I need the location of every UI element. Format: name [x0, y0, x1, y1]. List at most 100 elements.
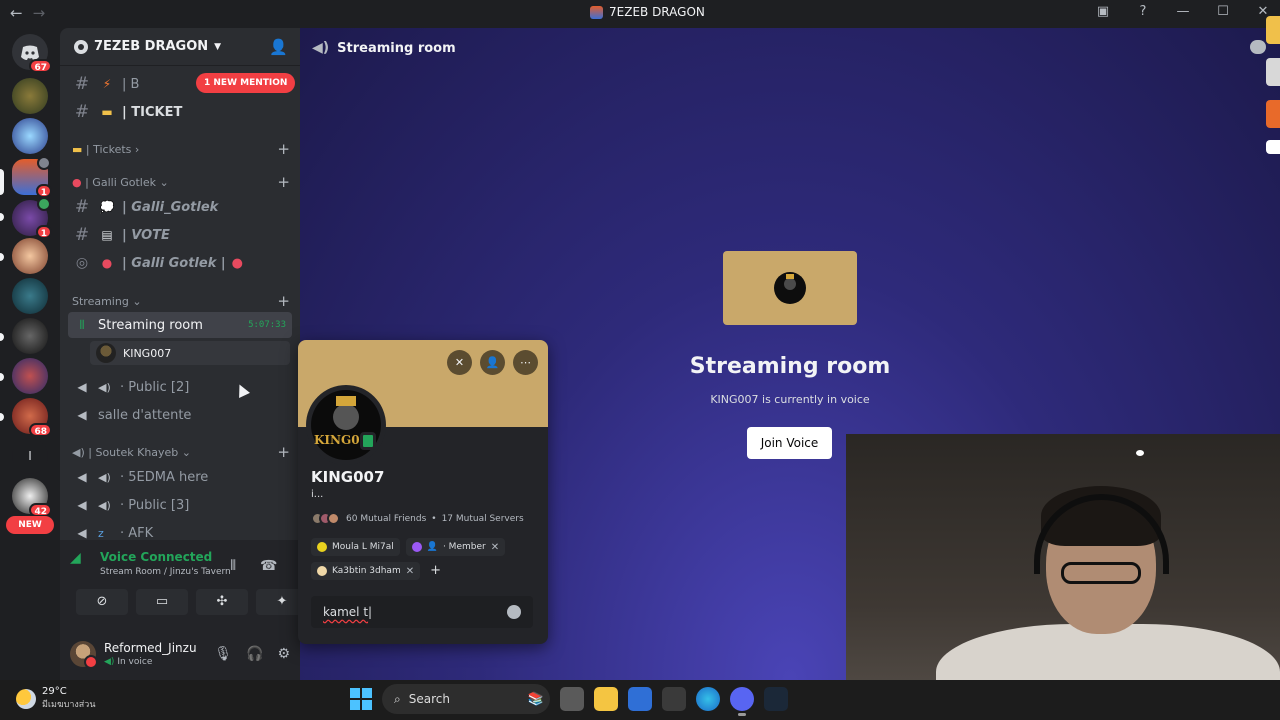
category-streaming[interactable]: Streaming ⌄ +: [72, 292, 290, 310]
headphones-icon[interactable]: 🎧: [246, 646, 263, 662]
server-icon-5[interactable]: [12, 238, 48, 274]
profile-avatar[interactable]: KING0: [306, 385, 386, 465]
new-mention-badge[interactable]: 1 NEW MENTION: [196, 73, 296, 93]
edge-browser-icon[interactable]: [696, 687, 720, 711]
create-channel-icon[interactable]: +: [277, 173, 290, 191]
channel-galli-gotlek[interactable]: # 💭 | Galli_Gotlek: [68, 194, 292, 220]
gear-icon[interactable]: ⚙: [277, 646, 290, 662]
activities-button[interactable]: ✣: [196, 589, 248, 615]
back-arrow-icon[interactable]: ←: [10, 4, 23, 22]
server-icon-1[interactable]: [12, 78, 48, 114]
disconnect-user-icon[interactable]: ✕: [447, 350, 472, 375]
home-button[interactable]: 67: [12, 34, 52, 73]
category-tickets[interactable]: ▬ | Tickets › +: [72, 140, 290, 158]
voice-user-king007[interactable]: KING007: [90, 341, 290, 365]
role-name: Ka3btin 3dham: [332, 566, 401, 576]
edge-widget-1[interactable]: [1266, 16, 1280, 44]
disconnect-icon[interactable]: ☎: [260, 558, 277, 574]
sound-icon: ◀): [98, 380, 111, 394]
server-icon-4[interactable]: 1: [12, 197, 52, 239]
app-icon[interactable]: [662, 687, 686, 711]
help-icon[interactable]: ?: [1134, 4, 1152, 19]
user-info[interactable]: Reformed_Jinzu ◀) In voice: [104, 641, 197, 667]
guild-name-text: 7EZEB DRAGON: [94, 39, 209, 54]
file-explorer-icon[interactable]: [594, 687, 618, 711]
task-view-icon[interactable]: [560, 687, 584, 711]
search-icon: ⌕: [394, 691, 401, 706]
emoji-icon[interactable]: [507, 605, 521, 619]
role-pill[interactable]: Ka3btin 3dham ✕: [311, 562, 421, 580]
participant-tile[interactable]: [723, 251, 857, 325]
signal-icon[interactable]: ◢: [70, 550, 92, 572]
maximize-button[interactable]: ☐: [1214, 4, 1232, 19]
category-galli[interactable]: ● | Galli Gotlek ⌄ +: [72, 173, 290, 191]
channel-galli-stage[interactable]: ◎ ● | Galli Gotlek | ●: [68, 250, 292, 276]
channel-ticket[interactable]: # ▬ | TICKET: [68, 99, 292, 125]
channel-public-2[interactable]: ◀ ◀) · Public [2]: [68, 374, 292, 400]
noise-suppression-icon[interactable]: ⦀: [230, 558, 236, 574]
ticket-icon: ▬: [101, 105, 113, 119]
remove-role-icon[interactable]: ✕: [406, 566, 414, 577]
forward-arrow-icon[interactable]: →: [33, 4, 46, 22]
voice-location[interactable]: Stream Room / Jinzu's Tavern: [100, 567, 231, 577]
edge-widget-4[interactable]: [1266, 140, 1280, 154]
server-icon-current[interactable]: 1: [12, 156, 52, 198]
server-icon-8[interactable]: [12, 358, 48, 394]
edge-widget-3[interactable]: [1266, 100, 1280, 128]
message-input[interactable]: kamel t |: [311, 596, 533, 628]
guild-header[interactable]: 7EZEB DRAGON ▼ 👤: [60, 28, 300, 66]
chevron-down-icon: ⌄: [181, 445, 192, 459]
channel-salle-attente[interactable]: ◀ salle d'attente: [68, 402, 292, 428]
speaker-icon: ◀): [72, 445, 85, 459]
server-icon-10[interactable]: I: [12, 438, 48, 474]
role-person-icon: 👤: [426, 542, 438, 552]
weather-widget[interactable]: 29°C มีเมฆบางส่วน: [16, 686, 95, 711]
screen-share-button[interactable]: ▭: [136, 589, 188, 615]
minimize-button[interactable]: —: [1174, 4, 1192, 19]
store-icon[interactable]: [628, 687, 652, 711]
taskbar-search[interactable]: ⌕ Search 📚: [382, 684, 550, 714]
create-channel-icon[interactable]: +: [277, 443, 290, 461]
camera-off-button[interactable]: ⊘: [76, 589, 128, 615]
edge-widget-2[interactable]: [1266, 58, 1280, 86]
inbox-icon[interactable]: ▣: [1094, 4, 1112, 19]
create-channel-icon[interactable]: +: [277, 292, 290, 310]
role-pill[interactable]: Moula L Mi7al: [311, 538, 400, 556]
speaker-icon: ◀: [77, 498, 87, 512]
role-pill[interactable]: 👤 · Member ✕: [405, 538, 506, 556]
channel-public-3[interactable]: ◀ ◀) · Public [3]: [68, 492, 292, 518]
remove-role-icon[interactable]: ✕: [491, 542, 499, 553]
category-label: ◀) | Soutek Khayeb ⌄: [72, 446, 191, 459]
microphone-icon[interactable]: 🎙: [214, 646, 232, 662]
channel-5edma[interactable]: ◀ ◀) · 5EDMA here: [68, 464, 292, 490]
server-icon-9[interactable]: 68: [12, 398, 52, 437]
mutual-friends[interactable]: 60 Mutual Friends: [346, 514, 426, 524]
voice-timer: 5:07:33: [248, 320, 286, 330]
windows-start-icon[interactable]: [350, 688, 372, 710]
more-options-icon[interactable]: ⋯: [513, 350, 538, 375]
server-icon-7[interactable]: [12, 318, 48, 354]
create-channel-icon[interactable]: +: [277, 140, 290, 158]
steam-icon[interactable]: [764, 687, 788, 711]
discord-icon[interactable]: [730, 687, 754, 716]
invite-people-icon[interactable]: 👤: [269, 38, 288, 56]
mutual-servers[interactable]: 17 Mutual Servers: [442, 514, 524, 524]
join-voice-button[interactable]: Join Voice: [747, 427, 832, 459]
category-soutek[interactable]: ◀) | Soutek Khayeb ⌄ +: [72, 443, 290, 461]
new-servers-badge[interactable]: NEW: [6, 516, 54, 534]
channel-vote[interactable]: # ▤ | VOTE: [68, 222, 292, 248]
chevron-right-icon: ›: [134, 142, 140, 156]
mutual-info[interactable]: 60 Mutual Friends • 17 Mutual Servers: [311, 512, 524, 525]
add-role-button[interactable]: +: [426, 562, 445, 580]
stage-channel-icon: ◎: [75, 255, 89, 271]
channel-streaming-room[interactable]: ⦀ Streaming room 5:07:33: [68, 312, 292, 338]
avatar[interactable]: [70, 641, 98, 669]
chat-icon[interactable]: [1250, 40, 1266, 54]
server-icon-2[interactable]: [12, 118, 48, 154]
user-controls: 🎙 🎧 ⚙: [214, 646, 290, 662]
text-channel-icon: #: [74, 225, 90, 245]
server-icon-6[interactable]: [12, 278, 48, 314]
add-friend-icon[interactable]: 👤: [480, 350, 505, 375]
server-icon-11[interactable]: 42: [12, 478, 52, 517]
voice-connected-title[interactable]: Voice Connected: [100, 550, 231, 564]
